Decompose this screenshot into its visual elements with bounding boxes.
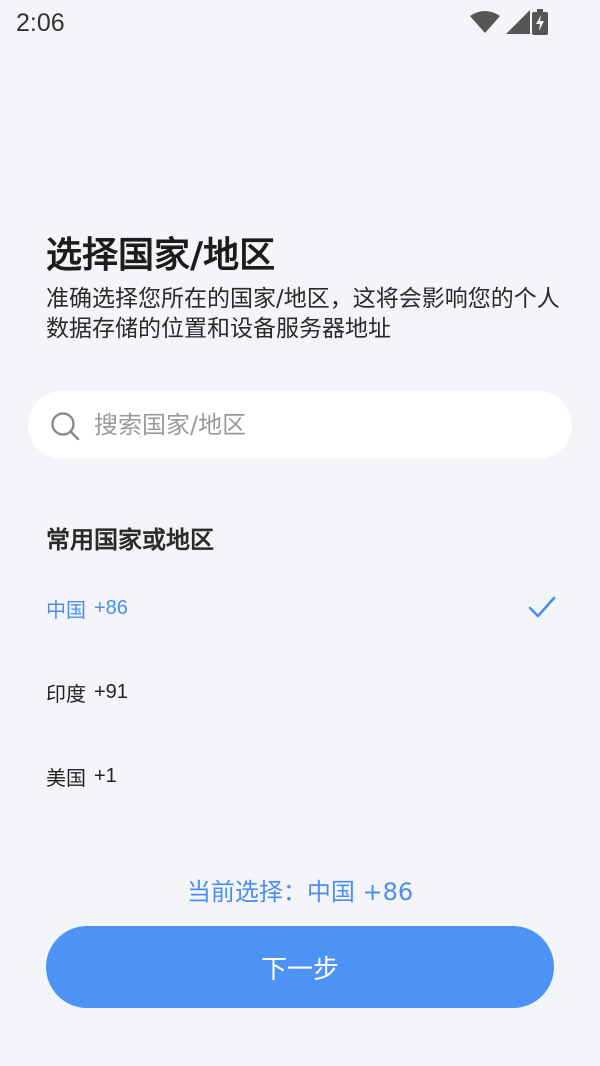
- country-code: +86: [94, 596, 128, 619]
- country-item-china[interactable]: 中国 +86: [0, 566, 600, 650]
- section-title: 常用国家或地区: [46, 526, 214, 554]
- current-selection-text: 当前选择：中国 +86: [186, 878, 414, 906]
- country-name: 中国: [46, 597, 86, 622]
- signal-icon: [506, 10, 530, 34]
- search-box[interactable]: [28, 391, 572, 459]
- country-select-screen: 2:06 选择国家/地区 准确选择您所在的国家/地区，这将会影响您的个人数据存储…: [0, 0, 600, 1066]
- country-name: 美国: [46, 765, 86, 790]
- status-icons: [470, 9, 530, 35]
- country-code: +1: [94, 764, 117, 787]
- check-icon: [528, 596, 556, 618]
- status-bar: 2:06: [0, 0, 600, 48]
- page-description: 准确选择您所在的国家/地区，这将会影响您的个人数据存储的位置和设备服务器地址: [46, 286, 560, 342]
- country-code: +91: [94, 680, 128, 703]
- country-name: 印度: [46, 681, 86, 706]
- country-item-usa[interactable]: 美国 +1: [0, 734, 600, 818]
- page-title: 选择国家/地区: [46, 235, 276, 276]
- country-list: 中国 +86 印度 +91 美国 +1: [0, 566, 600, 818]
- next-button[interactable]: 下一步: [46, 926, 554, 1008]
- status-time: 2:06: [16, 9, 65, 37]
- country-item-india[interactable]: 印度 +91: [0, 650, 600, 734]
- battery-charging-icon: [532, 9, 548, 35]
- search-input[interactable]: [94, 405, 554, 445]
- wifi-icon: [470, 11, 500, 33]
- search-icon: [51, 412, 80, 441]
